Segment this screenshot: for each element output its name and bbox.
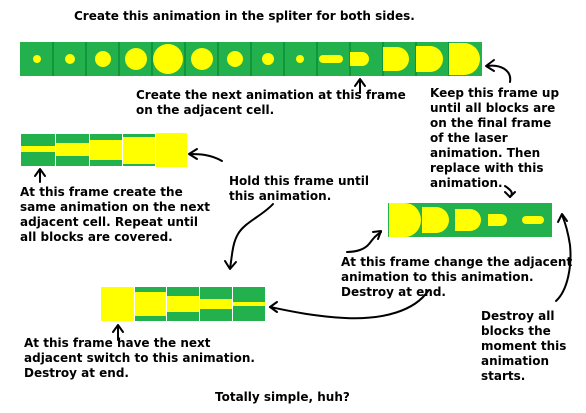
next-animation-note: Create the next animation at this frame … (136, 88, 406, 117)
change-adjacent-note: At this frame change the adjacent animat… (341, 255, 573, 299)
diagram-canvas: Create this animation in the spliter for… (0, 0, 586, 413)
footer-text: Totally simple, huh? (215, 390, 350, 404)
keep-frame-note: Keep this frame up until all blocks are … (430, 86, 560, 190)
hold-frame-note: Hold this frame until this animation. (229, 174, 369, 203)
create-same-note: At this frame create the same animation … (20, 185, 210, 244)
title-text: Create this animation in the spliter for… (74, 9, 415, 23)
arrow-change-adjacent (346, 230, 382, 253)
destroy-all-note: Destroy all blocks the moment this anima… (481, 309, 567, 383)
arrow-create-same (34, 168, 46, 183)
arrow-keep-frame (485, 59, 512, 83)
arrow-hold-frame-top (188, 148, 223, 162)
next-switch-note: At this frame have the next adjacent swi… (24, 336, 255, 380)
arrow-hold-frame-down (224, 203, 274, 270)
